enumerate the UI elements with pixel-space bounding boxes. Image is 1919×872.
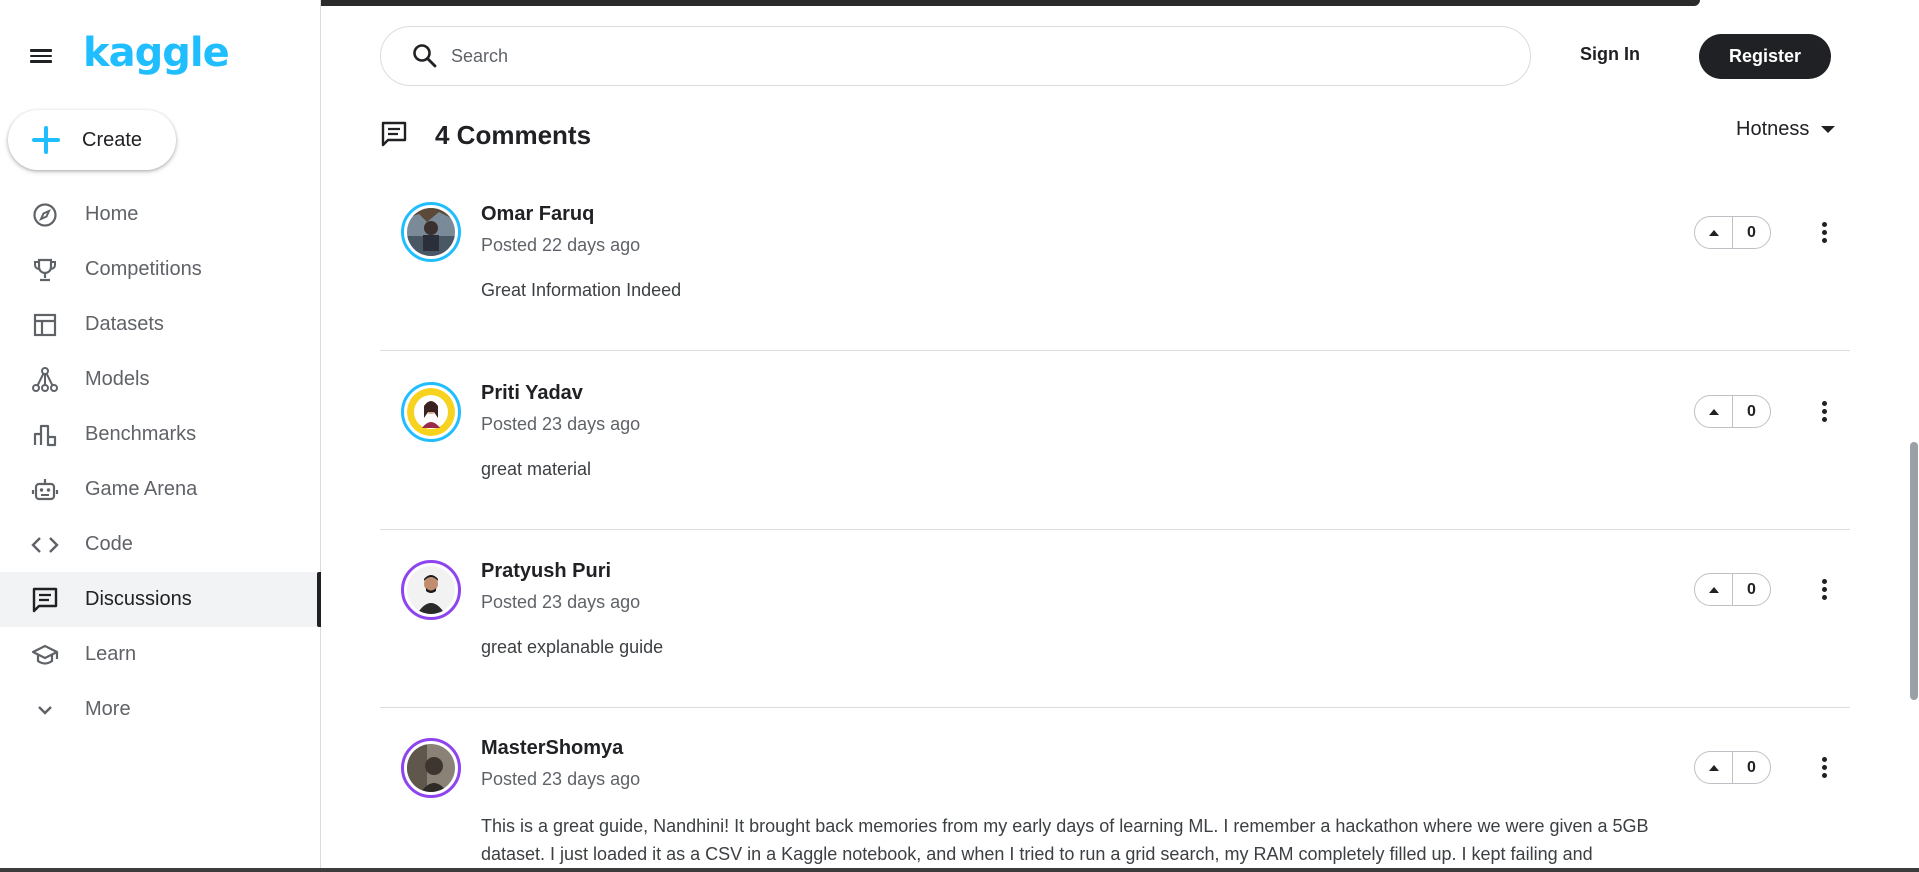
comment-item: MasterShomya Posted 23 days ago This is … xyxy=(380,708,1850,868)
trophy-icon xyxy=(30,255,60,285)
comment-timestamp: Posted 23 days ago xyxy=(481,769,641,789)
sidebar-item-label: Benchmarks xyxy=(85,423,197,445)
upvote-button[interactable] xyxy=(1695,396,1733,427)
create-button[interactable]: Create xyxy=(8,110,176,170)
caret-down-icon xyxy=(1821,126,1836,133)
create-label: Create xyxy=(82,128,143,151)
sidebar-item-models[interactable]: Models xyxy=(0,352,321,407)
comment-timestamp: Posted 22 days ago xyxy=(481,235,641,255)
vote-count: 0 xyxy=(1747,580,1756,598)
sidebar-item-label: Game Arena xyxy=(85,478,198,500)
vote-widget: 0 xyxy=(1694,573,1771,606)
bar-chart-icon xyxy=(30,420,60,450)
more-options-button[interactable] xyxy=(1812,574,1836,604)
sort-dropdown[interactable]: Hotness xyxy=(1736,118,1836,141)
vote-widget: 0 xyxy=(1694,751,1771,784)
school-icon xyxy=(30,640,60,670)
avatar[interactable] xyxy=(401,382,461,442)
compass-icon xyxy=(30,200,60,230)
plus-icon xyxy=(28,122,64,158)
more-options-button[interactable] xyxy=(1812,752,1836,782)
comment-timestamp: Posted 23 days ago xyxy=(481,592,641,612)
sidebar-item-code[interactable]: Code xyxy=(0,517,321,572)
avatar[interactable] xyxy=(401,202,461,262)
more-options-button[interactable] xyxy=(1812,396,1836,426)
comment-author[interactable]: MasterShomya xyxy=(481,737,623,760)
sidebar-item-learn[interactable]: Learn xyxy=(0,627,321,682)
comments-icon xyxy=(380,120,410,150)
more-options-button[interactable] xyxy=(1812,217,1836,247)
sign-in-button[interactable]: Sign In xyxy=(1580,44,1640,65)
vote-count: 0 xyxy=(1747,758,1756,776)
avatar[interactable] xyxy=(401,738,461,798)
kaggle-logo[interactable]: kaggle xyxy=(83,30,230,76)
sidebar-item-label: Models xyxy=(85,368,150,390)
search-bar[interactable]: Search xyxy=(380,26,1531,86)
upvote-button[interactable] xyxy=(1695,752,1733,783)
robot-icon xyxy=(30,475,60,505)
upvote-button[interactable] xyxy=(1695,217,1733,248)
sidebar-item-more[interactable]: More xyxy=(0,682,321,737)
menu-icon[interactable] xyxy=(30,46,54,64)
scrollbar[interactable] xyxy=(1910,442,1918,700)
sidebar-item-datasets[interactable]: Datasets xyxy=(0,297,321,352)
sidebar-item-home[interactable]: Home xyxy=(0,187,321,242)
comments-header: 4 Comments xyxy=(380,115,591,155)
caret-up-icon xyxy=(1708,229,1719,236)
sidebar: kaggle Create Home Competitions Datasets xyxy=(0,0,321,872)
code-icon xyxy=(30,530,60,560)
sidebar-nav: Home Competitions Datasets Models Benchm… xyxy=(0,187,321,737)
sidebar-item-label: Datasets xyxy=(85,313,164,335)
caret-up-icon xyxy=(1708,764,1719,771)
caret-up-icon xyxy=(1708,586,1719,593)
avatar[interactable] xyxy=(401,560,461,620)
comment-body: This is a great guide, Nandhini! It brou… xyxy=(481,816,1649,864)
comment-body: great explanable guide xyxy=(481,637,664,657)
sidebar-item-game-arena[interactable]: Game Arena xyxy=(0,462,321,517)
chevron-down-icon xyxy=(30,695,60,725)
comments-icon xyxy=(30,585,60,615)
browser-bottom-strip xyxy=(0,868,1919,872)
sort-label: Hotness xyxy=(1736,118,1810,140)
caret-up-icon xyxy=(1708,408,1719,415)
comments-title: 4 Comments xyxy=(435,119,592,150)
table-icon xyxy=(30,310,60,340)
comment-body: great material xyxy=(481,459,592,479)
vote-count: 0 xyxy=(1747,402,1756,420)
sidebar-item-label: Discussions xyxy=(85,588,192,610)
sidebar-item-label: Code xyxy=(85,533,133,555)
upvote-button[interactable] xyxy=(1695,574,1733,605)
vote-widget: 0 xyxy=(1694,216,1771,249)
search-input[interactable]: Search xyxy=(451,46,508,67)
search-icon xyxy=(411,42,439,70)
comment-item: Omar Faruq Posted 22 days ago Great Info… xyxy=(380,180,1850,351)
comment-body: Great Information Indeed xyxy=(481,280,682,300)
comment-author[interactable]: Omar Faruq xyxy=(481,203,594,226)
comment-timestamp: Posted 23 days ago xyxy=(481,414,641,434)
vote-count: 0 xyxy=(1747,223,1756,241)
register-button[interactable]: Register xyxy=(1699,34,1831,79)
sidebar-item-benchmarks[interactable]: Benchmarks xyxy=(0,407,321,462)
sidebar-item-label: More xyxy=(85,698,131,720)
sidebar-item-discussions[interactable]: Discussions xyxy=(0,572,321,627)
sidebar-item-label: Competitions xyxy=(85,258,202,280)
comment-item: Pratyush Puri Posted 23 days ago great e… xyxy=(380,530,1850,708)
comment-item: Priti Yadav Posted 23 days ago great mat… xyxy=(380,351,1850,530)
sidebar-item-label: Home xyxy=(85,203,139,225)
models-icon xyxy=(30,365,60,395)
sidebar-item-label: Learn xyxy=(85,643,137,665)
sidebar-item-competitions[interactable]: Competitions xyxy=(0,242,321,297)
comment-author[interactable]: Priti Yadav xyxy=(481,382,583,405)
comment-author[interactable]: Pratyush Puri xyxy=(481,560,611,583)
vote-widget: 0 xyxy=(1694,395,1771,428)
